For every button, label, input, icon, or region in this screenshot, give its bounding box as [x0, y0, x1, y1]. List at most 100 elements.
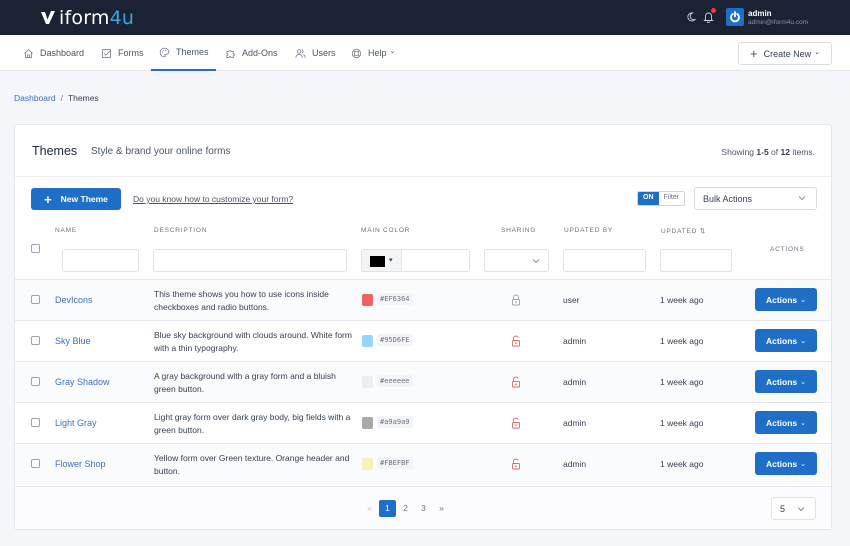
color-hex: #FBEFBF — [377, 457, 413, 469]
nav-item-label: Themes — [176, 47, 209, 57]
create-new-button[interactable]: + Create New ⌄ — [738, 42, 832, 65]
pagination: « 1 2 3 » — [361, 500, 451, 517]
pagination-prev[interactable]: « — [361, 500, 378, 517]
updated-time: 1 week ago — [660, 336, 704, 346]
pagination-next[interactable]: » — [433, 500, 450, 517]
summary-prefix: Showing — [721, 147, 757, 157]
unlock-icon[interactable] — [511, 458, 521, 470]
main-nav: Dashboard Forms Themes Add-Ons Users Hel… — [0, 35, 850, 71]
name-filter-input[interactable] — [62, 249, 139, 272]
updated-time: 1 week ago — [660, 418, 704, 428]
chevron-down-icon: ⌄ — [389, 48, 396, 55]
row-checkbox[interactable] — [31, 377, 40, 386]
theme-description: This theme shows you how to use icons in… — [154, 289, 329, 312]
logo[interactable]: iform4u — [40, 7, 134, 29]
theme-name-link[interactable]: Flower Shop — [55, 459, 106, 469]
nav-item-help[interactable]: Help ⌄ — [351, 35, 395, 71]
breadcrumb-current: Themes — [67, 93, 99, 103]
table-row: Gray Shadow A gray background with a gray… — [15, 361, 831, 402]
pagination-page-3[interactable]: 3 — [415, 500, 432, 517]
create-new-label: Create New — [763, 48, 812, 59]
nav-item-dashboard[interactable]: Dashboard — [23, 35, 84, 71]
column-header-sharing[interactable]: SHARING — [501, 227, 536, 234]
row-checkbox[interactable] — [31, 336, 40, 345]
updated-by: admin — [563, 336, 587, 346]
filter-toggle[interactable]: ON Filter — [637, 191, 686, 206]
theme-description: A gray background with a gray form and a… — [154, 371, 336, 394]
updated-filter-input[interactable] — [660, 249, 732, 272]
main-color-filter[interactable]: ▾ — [361, 249, 470, 272]
bulk-actions-value: Bulk Actions — [703, 193, 753, 204]
nav-item-forms[interactable]: Forms — [101, 35, 144, 71]
row-checkbox[interactable] — [31, 459, 40, 468]
users-icon — [295, 48, 306, 58]
nav-item-users[interactable]: Users — [295, 35, 336, 71]
column-header-main-color[interactable]: MAIN COLOR — [361, 227, 410, 234]
breadcrumb-dashboard[interactable]: Dashboard — [14, 93, 56, 103]
actions-button[interactable]: Actions ⌄ — [755, 452, 817, 475]
bulk-actions-select[interactable]: Bulk Actions — [694, 187, 817, 210]
row-checkbox[interactable] — [31, 295, 40, 304]
puzzle-icon — [226, 49, 235, 58]
chevron-down-icon: ⌄ — [800, 296, 807, 304]
card-footer: « 1 2 3 » 5 — [15, 486, 831, 529]
summary-range: 1-5 — [756, 147, 769, 157]
summary-suffix: items. — [789, 147, 815, 157]
breadcrumb-separator: / — [60, 93, 63, 103]
actions-button[interactable]: Actions ⌄ — [755, 411, 817, 434]
actions-button[interactable]: Actions ⌄ — [755, 370, 817, 393]
theme-name-link[interactable]: Light Gray — [55, 418, 97, 428]
new-theme-label: New Theme — [60, 194, 108, 204]
theme-description: Yellow form over Green texture. Orange h… — [154, 453, 350, 476]
actions-label: Actions — [765, 294, 798, 305]
per-page-select[interactable]: 5 — [771, 497, 816, 520]
color-swatch — [362, 376, 373, 388]
actions-label: Actions — [765, 335, 798, 346]
pagination-page-1[interactable]: 1 — [379, 500, 396, 517]
nav-item-themes[interactable]: Themes — [151, 35, 216, 71]
avatar[interactable] — [726, 8, 744, 26]
moon-icon[interactable] — [686, 12, 696, 22]
color-picker-swatch — [370, 256, 385, 267]
column-header-updated-by[interactable]: UPDATED BY — [564, 227, 613, 234]
description-filter-input[interactable] — [153, 249, 347, 272]
lock-icon[interactable] — [511, 294, 521, 306]
select-all-checkbox[interactable] — [31, 244, 40, 253]
unlock-icon[interactable] — [511, 335, 521, 347]
unlock-icon[interactable] — [511, 376, 521, 388]
summary-of: of — [768, 147, 781, 157]
summary-total: 12 — [780, 147, 790, 157]
nav-item-add-ons[interactable]: Add-Ons — [225, 35, 278, 71]
color-swatch — [362, 458, 373, 470]
column-header-description[interactable]: DESCRIPTION — [154, 227, 207, 234]
caret-down-icon: ▾ — [389, 257, 393, 264]
updated-by-filter-input[interactable] — [563, 249, 646, 272]
row-checkbox[interactable] — [31, 418, 40, 427]
theme-name-link[interactable]: Gray Shadow — [55, 377, 110, 387]
chevron-down-icon: ⌄ — [800, 337, 807, 345]
home-icon — [24, 48, 33, 58]
nav-item-label: Help — [368, 48, 387, 58]
column-header-name[interactable]: NAME — [55, 227, 77, 234]
logo-text: iform4u — [59, 7, 134, 29]
chevron-down-icon: ⌄ — [814, 48, 820, 56]
theme-description: Blue sky background with clouds around. … — [154, 330, 352, 353]
customize-help-link[interactable]: Do you know how to customize your form? — [133, 194, 293, 204]
color-picker-button[interactable]: ▾ — [362, 250, 402, 271]
actions-button[interactable]: Actions ⌄ — [755, 288, 817, 311]
theme-name-link[interactable]: DevIcons — [55, 295, 93, 305]
theme-name-link[interactable]: Sky Blue — [55, 336, 91, 346]
new-theme-button[interactable]: + New Theme — [31, 188, 121, 210]
pagination-page-2[interactable]: 2 — [397, 500, 414, 517]
unlock-icon[interactable] — [511, 417, 521, 429]
logo-text-main: iform — [59, 7, 110, 29]
palette-icon — [159, 47, 170, 57]
table-row: DevIcons This theme shows you how to use … — [15, 279, 831, 320]
column-header-updated[interactable]: UPDATED ⇅ — [661, 227, 706, 235]
updated-by: admin — [563, 377, 587, 387]
table-row: Sky Blue Blue sky background with clouds … — [15, 320, 831, 361]
user-name[interactable]: admin — [748, 9, 772, 18]
sort-icon: ⇅ — [699, 228, 707, 235]
sharing-filter-select[interactable] — [484, 249, 549, 272]
actions-button[interactable]: Actions ⌄ — [755, 329, 817, 352]
